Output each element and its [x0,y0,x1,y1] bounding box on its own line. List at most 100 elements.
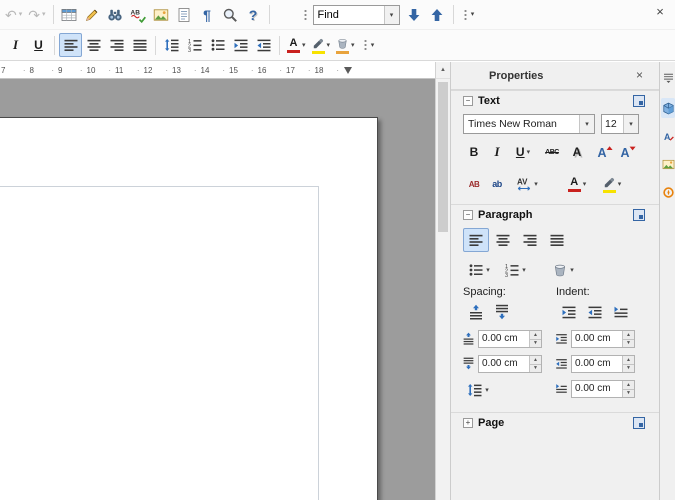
document-canvas[interactable] [0,79,435,500]
spin-up-button[interactable]: ▲ [623,381,634,390]
font-name-dropdown-button[interactable]: ▾ [579,115,594,133]
before-text-indent-field[interactable]: 0.00 cm ▲ ▼ [571,330,635,348]
find-replace-button[interactable] [104,3,127,27]
draw-functions-button[interactable] [81,3,104,27]
uppercase-button[interactable]: AB [463,172,485,196]
align-right-button[interactable] [517,228,543,252]
background-color-button[interactable]: ▾ [333,33,358,57]
align-center-button[interactable] [82,33,105,57]
align-right-button[interactable] [105,33,128,57]
collapse-icon[interactable]: − [463,209,473,220]
navigator-tab[interactable] [661,182,675,202]
spin-down-button[interactable]: ▼ [623,339,634,347]
vertical-scrollbar[interactable]: ▲ [435,62,450,500]
numbered-list-button[interactable] [183,33,206,57]
hanging-indent-button[interactable] [608,300,633,324]
page-more-options-button[interactable] [633,417,645,429]
spin-up-button[interactable]: ▲ [623,331,634,340]
align-left-button[interactable] [59,33,82,57]
properties-tab[interactable] [661,98,675,118]
decrease-indent-button[interactable] [252,33,275,57]
scroll-up-button[interactable]: ▲ [436,62,450,79]
spin-down-button[interactable]: ▼ [530,364,541,372]
align-center-button[interactable] [490,228,516,252]
toolbar-drag-handle[interactable] [303,8,307,21]
find-dropdown-button[interactable]: ▾ [383,5,399,24]
spin-up-button[interactable]: ▲ [530,356,541,365]
styles-tab[interactable] [661,126,675,146]
scrollbar-thumb[interactable] [438,82,448,232]
sidebar-menu-icon[interactable] [661,67,675,87]
spin-down-button[interactable]: ▼ [623,364,634,372]
find-previous-button[interactable] [426,3,449,27]
spelling-button[interactable] [127,3,150,27]
close-icon[interactable]: × [651,2,669,20]
decrease-font-size-button[interactable] [617,140,639,164]
paragraph-section-header[interactable]: − Paragraph [451,204,659,224]
expand-icon[interactable]: + [463,417,473,428]
decrease-paragraph-spacing-button[interactable] [489,300,514,324]
align-left-button[interactable] [463,228,489,252]
text-more-options-button[interactable] [633,95,645,107]
font-size-dropdown-button[interactable]: ▾ [623,115,638,133]
help-button[interactable]: ? [242,3,265,27]
zoom-button[interactable] [219,3,242,27]
redo-button[interactable]: ↷ ▾ [25,3,48,27]
increase-paragraph-spacing-button[interactable] [463,300,488,324]
character-spacing-button[interactable]: ▾ [511,172,543,196]
shadow-button[interactable]: A [566,140,588,164]
find-input[interactable] [313,5,384,24]
italic-button[interactable]: I [486,140,508,164]
font-color-button[interactable]: A ▾ [284,33,309,57]
spin-down-button[interactable]: ▼ [530,339,541,347]
sidebar-close-icon[interactable]: × [636,69,643,81]
font-color-button[interactable]: A ▾ [561,172,593,196]
bullet-list-button[interactable]: ▾ [463,258,495,282]
numbered-list-button[interactable]: ▾ [499,258,531,282]
underline-button[interactable]: U ▾ [509,140,537,164]
navigator-button[interactable] [173,3,196,27]
collapse-icon[interactable]: − [463,95,473,106]
increase-indent-button[interactable] [556,300,581,324]
page-section-header[interactable]: + Page [451,412,659,432]
align-justify-button[interactable] [128,33,151,57]
undo-button[interactable]: ↶ ▾ [2,3,25,27]
highlight-color-button[interactable]: ▾ [596,172,628,196]
highlight-color-button[interactable]: ▾ [309,33,334,57]
toolbar-overflow-button[interactable]: ▾ [458,3,481,27]
formatting-marks-button[interactable]: ¶ [196,3,219,27]
find-next-button[interactable] [403,3,426,27]
line-spacing-button[interactable]: ▾ [461,378,495,402]
decrease-indent-button[interactable] [582,300,607,324]
line-spacing-button[interactable] [160,33,183,57]
insert-table-button[interactable] [58,3,81,27]
underline-button[interactable]: U [27,33,50,57]
spin-up-button[interactable]: ▲ [530,331,541,340]
italic-button[interactable]: I [4,33,27,57]
bold-button[interactable]: B [463,140,485,164]
lowercase-button[interactable]: ab [486,172,508,196]
horizontal-ruler[interactable]: 7 · 8 · 9 · 10 · 11 · 12 · 13 · 14 · 15 · 16 · 17 ·… [0,62,435,79]
document-page[interactable] [0,117,378,500]
first-line-indent-field[interactable]: 0.00 cm ▲ ▼ [571,380,635,398]
gallery-tab[interactable] [661,154,675,174]
text-section-header[interactable]: − Text [451,90,659,110]
spin-up-button[interactable]: ▲ [623,356,634,365]
toolbar-overflow-button[interactable]: ▾ [358,33,381,57]
bullet-list-button[interactable] [206,33,229,57]
paragraph-more-options-button[interactable] [633,209,645,221]
increase-indent-button[interactable] [229,33,252,57]
after-text-indent-field[interactable]: 0.00 cm ▲ ▼ [571,355,635,373]
paragraph-background-button[interactable]: ▾ [546,258,580,282]
below-paragraph-spacing-field[interactable]: 0.00 cm ▲ ▼ [478,355,542,373]
font-size-combobox[interactable]: 12 ▾ [601,114,639,134]
strikethrough-button[interactable]: ABC [539,140,565,164]
indent-marker[interactable] [344,67,352,74]
gallery-button[interactable] [150,3,173,27]
above-paragraph-spacing-field[interactable]: 0.00 cm ▲ ▼ [478,330,542,348]
character-row-2: AB ab ▾ A ▾ ▾ [451,172,659,198]
increase-font-size-button[interactable] [594,140,616,164]
align-justify-button[interactable] [544,228,570,252]
font-name-combobox[interactable]: Times New Roman ▾ [463,114,595,134]
spin-down-button[interactable]: ▼ [623,389,634,397]
